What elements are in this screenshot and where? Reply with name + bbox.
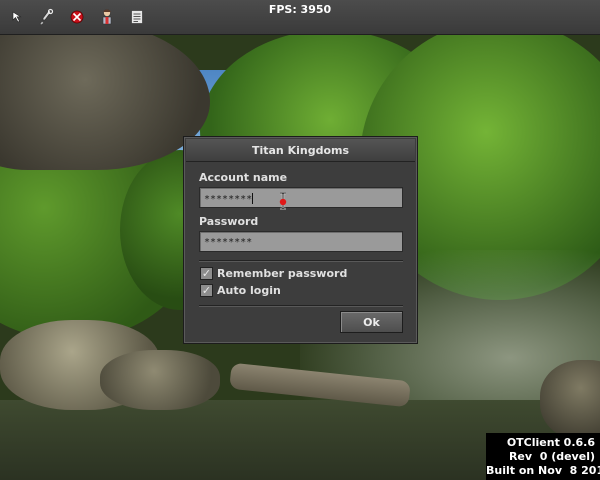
revision: Rev 0 (devel): [508, 450, 595, 463]
mossy-rock-center: [100, 350, 220, 410]
build-date: Built on Nov 8 2015: [486, 464, 600, 477]
text-caret: [252, 193, 254, 204]
checkmark-icon: ✓: [201, 267, 212, 280]
cave-rock-overhang: [0, 20, 210, 170]
version-info: OTClient 0.6.6 Rev 0 (devel) Built on No…: [486, 433, 600, 480]
remember-password-label: Remember password: [217, 267, 348, 280]
auto-login-checkbox[interactable]: ✓: [200, 284, 213, 297]
account-name-value: ********: [204, 194, 253, 205]
top-toolbar: FPS: 3950: [0, 0, 600, 35]
account-name-label: Account name: [199, 171, 288, 184]
client-version: OTClient 0.6.6: [506, 436, 595, 449]
fps-counter: FPS: 3950: [268, 3, 332, 16]
login-window-title[interactable]: Titan Kingdoms: [186, 139, 415, 162]
account-name-field[interactable]: ********: [199, 187, 403, 208]
password-value: ********: [204, 237, 253, 248]
ok-button[interactable]: Ok: [340, 311, 403, 333]
login-window: Titan Kingdoms Account name ******** Pas…: [183, 136, 418, 344]
auto-login-row[interactable]: ✓ Auto login: [200, 284, 281, 297]
divider: [199, 260, 403, 262]
remember-password-checkbox[interactable]: ✓: [200, 267, 213, 280]
remember-password-row[interactable]: ✓ Remember password: [200, 267, 347, 280]
divider: [199, 305, 403, 307]
text-cursor-icon: [279, 192, 287, 210]
auto-login-label: Auto login: [217, 284, 281, 297]
password-label: Password: [199, 215, 259, 228]
checkmark-icon: ✓: [201, 284, 212, 297]
password-field[interactable]: ********: [199, 231, 403, 252]
